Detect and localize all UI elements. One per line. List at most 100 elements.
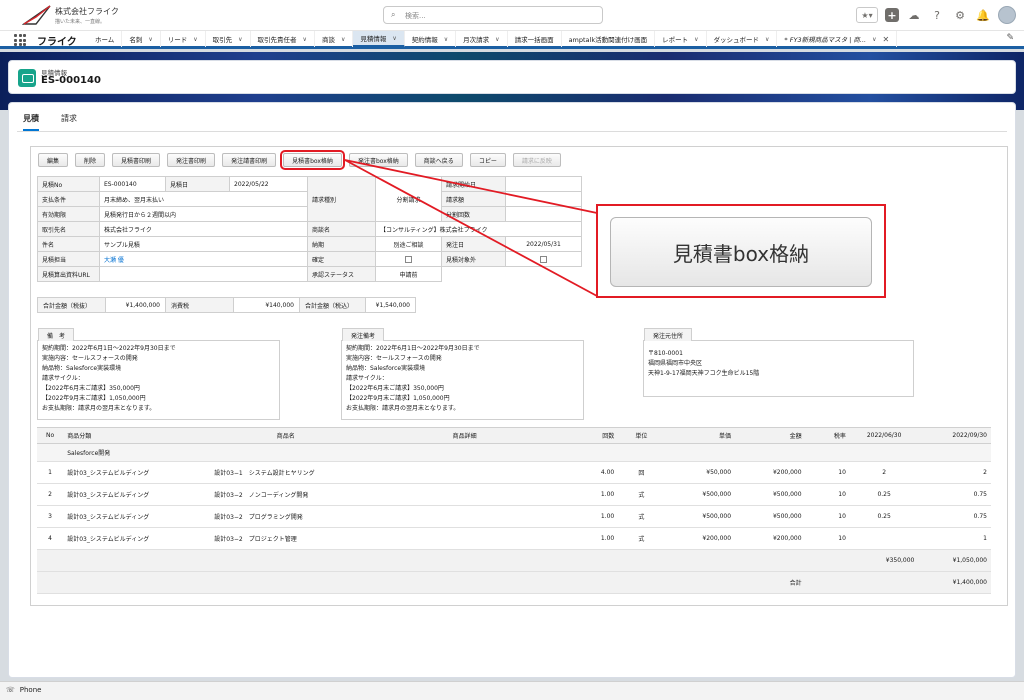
remarks-line: 【2022年9月末ご請求】1,050,000円 xyxy=(42,395,146,402)
trailhead-icon[interactable]: ☁ xyxy=(906,7,922,23)
zoom-callout-box: 見積書box格納 xyxy=(596,204,886,298)
tab-quote[interactable]: 見積 xyxy=(23,113,39,131)
table-row: 1 設計03_システムビルディング 設計03−1 システム設計ヒヤリング 4.00 回 ¥… xyxy=(37,461,991,484)
line-items-header-row: No 商品分類 商品名 商品詳細 回数 単位 単価 金額 税率 2022/06/30 2022/09… xyxy=(37,427,991,444)
zoomed-box-store-button: 見積書box格納 xyxy=(610,217,872,287)
quote-object-icon xyxy=(18,69,36,87)
action-button[interactable]: 発注書box格納 xyxy=(348,153,408,167)
value-opportunity: 【コンサルティング】株式会社フライク xyxy=(375,221,582,237)
table-cell: ¥200,000 xyxy=(735,461,806,484)
column-header: 商品詳細 xyxy=(361,427,568,444)
chevron-down-icon[interactable]: ∨ xyxy=(341,36,345,43)
remarks-text: 契約期間：2022年6月1日〜2022年9月30日まで 実施内容：セールスフォース… xyxy=(38,341,279,417)
chevron-down-icon[interactable]: ∨ xyxy=(694,36,698,43)
chevron-down-icon[interactable]: ∨ xyxy=(193,36,197,43)
order-remarks-heading: 発注備考 xyxy=(342,328,385,341)
value-order-date: 2022/05/31 xyxy=(505,236,582,252)
global-actions-plus-icon[interactable]: + xyxy=(885,8,899,22)
action-button[interactable]: 見積書box格納 xyxy=(280,150,345,170)
table-cell xyxy=(849,527,919,550)
nav-item[interactable]: 見積情報 ∨ xyxy=(353,31,405,47)
utility-bar: ☏ Phone xyxy=(0,681,1024,700)
order-remarks-line: 納品物：Salesforce実装環境 xyxy=(346,365,426,372)
excluded-checkbox xyxy=(540,255,547,263)
nav-item-label: 契約情報 xyxy=(411,36,438,44)
nav-item[interactable]: 取引先責任者 ∨ xyxy=(251,31,315,47)
value-delivery: 別途ご相談 xyxy=(375,236,442,252)
notifications-bell-icon[interactable]: 🔔 xyxy=(975,7,991,23)
table-cell: 4 xyxy=(37,527,64,550)
action-button[interactable]: 商談へ戻る xyxy=(414,153,463,167)
chevron-down-icon[interactable]: ∨ xyxy=(872,36,876,43)
nav-item[interactable]: ダッシュボード ∨ xyxy=(707,31,778,47)
table-cell: 設計03_システムビルディング xyxy=(63,483,211,506)
nav-item[interactable]: 商談 ∨ xyxy=(315,31,354,47)
company-name: 株式会社フライク xyxy=(55,7,119,16)
nav-item[interactable]: リード ∨ xyxy=(161,31,206,47)
table-row: 3 設計03_システムビルディング 設計03−2 プログラミング開発 1.00 式 ¥50… xyxy=(37,505,991,528)
table-cell: 設計03_システムビルディング xyxy=(63,505,211,528)
action-button[interactable]: コピー xyxy=(469,153,506,167)
value-source-url xyxy=(99,266,308,282)
action-button[interactable]: 発注書印刷 xyxy=(167,153,216,167)
app-navigation-bar: フライク ホーム 名刺 ∨ リード ∨ 取引先 ∨ 取引先責任者 ∨ 商談 ∨ 見積情報 ∨ 契約情報 ∨ 月… xyxy=(0,30,1024,49)
action-button[interactable]: 発注請書印刷 xyxy=(222,153,277,167)
nav-item-label: 取引先 xyxy=(212,36,233,44)
global-header: 株式会社フライク 描いた未来、一直線。 ⌕ 検索... ★▾ + ☁ ? ⚙ 🔔 xyxy=(0,0,1024,30)
nav-item[interactable]: amptalk活動関連付け画面 xyxy=(562,31,656,47)
action-button[interactable]: 見積書印刷 xyxy=(112,153,161,167)
value-billing-start xyxy=(505,176,582,192)
setup-gear-icon[interactable]: ⚙ xyxy=(952,7,968,23)
user-avatar[interactable] xyxy=(998,6,1016,24)
edit-nav-pencil-icon[interactable]: ✎ xyxy=(1006,33,1014,43)
value-validity: 見積発行日から２週間以内 xyxy=(99,206,308,222)
chevron-down-icon[interactable]: ∨ xyxy=(765,36,769,43)
order-remarks-line: 【2022年6月末ご請求】350,000円 xyxy=(346,385,444,392)
chevron-down-icon[interactable]: ∨ xyxy=(238,36,242,43)
nav-item[interactable]: 月次請求 ∨ xyxy=(456,31,508,47)
column-header: 単価 xyxy=(664,427,736,444)
close-tab-icon[interactable]: ✕ xyxy=(883,35,890,44)
value-split-count xyxy=(505,206,582,222)
action-button[interactable]: 削除 xyxy=(75,153,106,167)
favorites-star-icon[interactable]: ★▾ xyxy=(856,7,878,23)
help-icon[interactable]: ? xyxy=(929,7,945,23)
company-logo[interactable] xyxy=(22,4,52,26)
nav-item[interactable]: * FY3新規商品マスタ | 商... ∨ ✕ xyxy=(777,31,898,47)
record-detail-card: 見積 請求 編集 削除 見積書印刷 発注書印刷 発注請書印刷 見積書box格納 発注書box… xyxy=(8,102,1016,678)
record-name: ES-000140 xyxy=(41,75,101,86)
table-cell: 設計03_システムビルディング xyxy=(63,527,211,550)
nav-item[interactable]: 名刺 ∨ xyxy=(122,31,161,47)
remarks-line: 契約期間：2022年6月1日〜2022年9月30日まで xyxy=(42,345,176,352)
phone-label: Phone xyxy=(19,686,42,694)
label-owner: 見積担当 xyxy=(37,251,100,267)
nav-item[interactable]: 請求一括画面 xyxy=(508,31,562,47)
nav-item[interactable]: ホーム xyxy=(88,31,123,47)
chevron-down-icon[interactable]: ∨ xyxy=(444,36,448,43)
tab-billing[interactable]: 請求 xyxy=(61,113,77,131)
app-launcher-waffle-icon[interactable] xyxy=(14,34,26,46)
chevron-down-icon[interactable]: ∨ xyxy=(148,36,152,43)
chevron-down-icon[interactable]: ∨ xyxy=(303,36,307,43)
table-cell: 回 xyxy=(618,461,665,484)
column-header: 金額 xyxy=(735,427,806,444)
chevron-down-icon[interactable]: ∨ xyxy=(495,36,499,43)
label-subtotal: 合計金額（税抜） xyxy=(37,297,106,313)
phone-utility-item[interactable]: ☏ Phone xyxy=(6,686,41,694)
nav-item-label: 見積情報 xyxy=(360,35,387,43)
table-cell: ¥500,000 xyxy=(735,483,806,506)
chevron-down-icon[interactable]: ∨ xyxy=(392,35,396,42)
nav-item[interactable]: レポート ∨ xyxy=(655,31,707,47)
label-quote-date: 見積日 xyxy=(165,176,230,192)
owner-link[interactable]: 大瀬 優 xyxy=(104,257,124,264)
action-button[interactable]: 編集 xyxy=(38,153,69,167)
global-search-input[interactable]: ⌕ 検索... xyxy=(383,6,603,24)
value-total: ¥1,540,000 xyxy=(365,297,416,313)
table-cell: 3 xyxy=(37,505,64,528)
phone-icon: ☏ xyxy=(6,686,15,694)
nav-item[interactable]: 取引先 ∨ xyxy=(206,31,251,47)
table-cell xyxy=(361,505,568,528)
remarks-line: 実施内容：セールスフォースの開発 xyxy=(42,355,138,362)
nav-item[interactable]: 契約情報 ∨ xyxy=(405,31,457,47)
column-header: 2022/06/30 xyxy=(849,427,919,444)
